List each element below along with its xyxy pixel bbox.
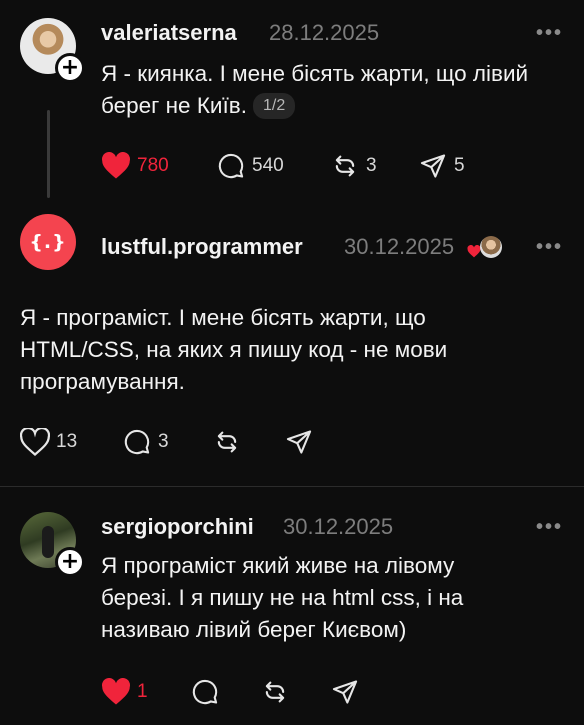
heart-icon [102,678,130,705]
post-text: Я - програміст. І мене бісять жарти, що … [20,302,560,398]
like-count: 1 [137,681,148,702]
share-button[interactable] [330,678,360,706]
like-count: 780 [137,155,169,176]
post-text-line: Я програміст який живе на лівому [101,553,455,578]
liked-by-avatar [480,236,502,258]
heart-icon [102,152,130,179]
share-button[interactable]: 5 [418,152,465,180]
comment-button[interactable]: 3 [122,428,169,456]
more-icon[interactable]: ••• [536,236,563,259]
share-icon [332,680,358,704]
share-button[interactable] [284,428,314,456]
small-heart-icon [467,245,481,258]
repost-icon [265,681,285,703]
avatar[interactable]: {.} [20,214,76,270]
post-date: 30.12.2025 [283,514,394,539]
post-text-line: березі. І я пишу не на html css, і на [101,585,464,610]
thread-counter-badge[interactable]: 1/2 [252,93,296,119]
share-icon [286,430,312,454]
username[interactable]: valeriatserna [101,20,237,46]
share-icon [420,154,446,178]
repost-button[interactable]: 3 [330,152,377,180]
more-icon[interactable]: ••• [536,516,563,539]
follow-plus-icon[interactable]: + [55,547,85,577]
comment-button[interactable] [190,678,220,706]
repost-icon [217,431,237,453]
post-text-content: Я - киянка. І мене бісять жарти, що ліви… [101,61,529,118]
heart-icon [20,428,50,456]
comment-icon [218,153,244,179]
comment-button[interactable]: 540 [216,152,284,180]
post-text: Я - киянка. І мене бісять жарти, що ліви… [101,58,541,122]
post-text-line: Я - програміст. І мене бісять жарти, що [20,305,426,330]
follow-plus-icon[interactable]: + [55,53,85,83]
repost-icon [335,155,355,177]
like-button[interactable]: 1 [101,678,148,706]
avatar-code-icon: {.} [29,231,67,253]
post-text: Я програміст який живе на лівому березі.… [101,550,571,646]
repost-button[interactable] [260,678,290,706]
comment-count: 3 [158,431,169,452]
post-divider [0,486,584,487]
share-count: 5 [454,155,465,176]
post-date: 30.12.2025 [344,234,455,259]
username[interactable]: lustful.programmer [101,234,303,260]
post-text-line: програмування. [20,369,185,394]
post-text-line: HTML/CSS, на яких я пишу код - не мови [20,337,448,362]
comment-count: 540 [252,155,284,176]
more-icon[interactable]: ••• [536,22,563,45]
post-date: 28.12.2025 [269,20,380,45]
repost-button[interactable] [212,428,242,456]
like-count: 13 [56,431,78,452]
username[interactable]: sergioporchini [101,514,254,540]
post-text-line: називаю лівий берег Києвом) [101,617,407,642]
repost-count: 3 [366,155,377,176]
like-button[interactable]: 13 [20,428,77,456]
comment-icon [192,679,218,705]
thread-line [47,110,50,198]
comment-icon [124,429,150,455]
like-button[interactable]: 780 [101,152,169,180]
